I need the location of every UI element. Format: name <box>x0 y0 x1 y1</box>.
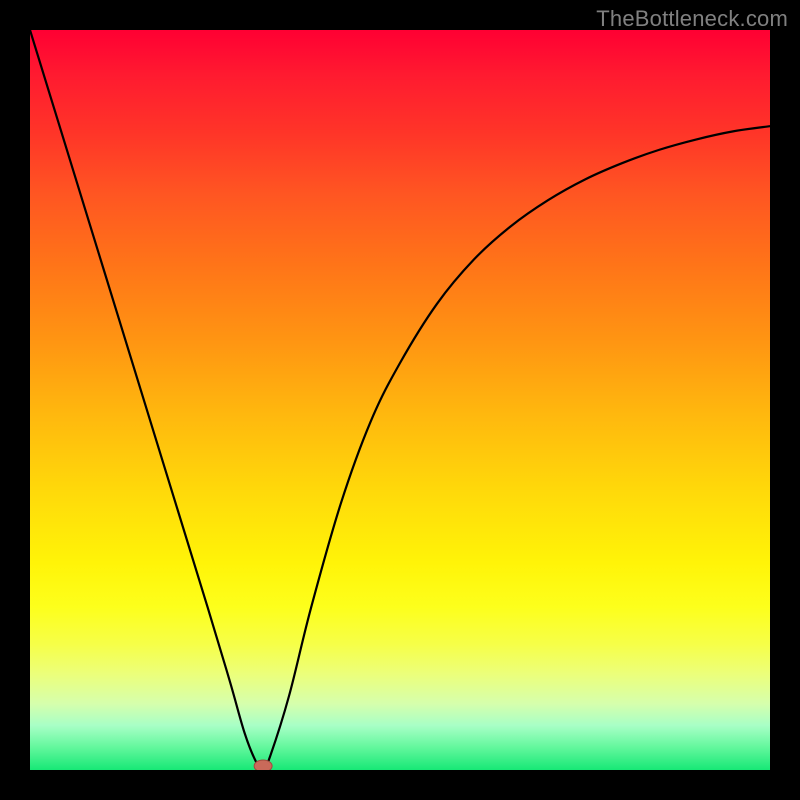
optimal-marker-icon <box>254 760 272 770</box>
bottleneck-curve <box>30 30 770 770</box>
watermark-text: TheBottleneck.com <box>596 6 788 32</box>
plot-area <box>30 30 770 770</box>
curve-layer <box>30 30 770 770</box>
chart-frame: TheBottleneck.com <box>0 0 800 800</box>
